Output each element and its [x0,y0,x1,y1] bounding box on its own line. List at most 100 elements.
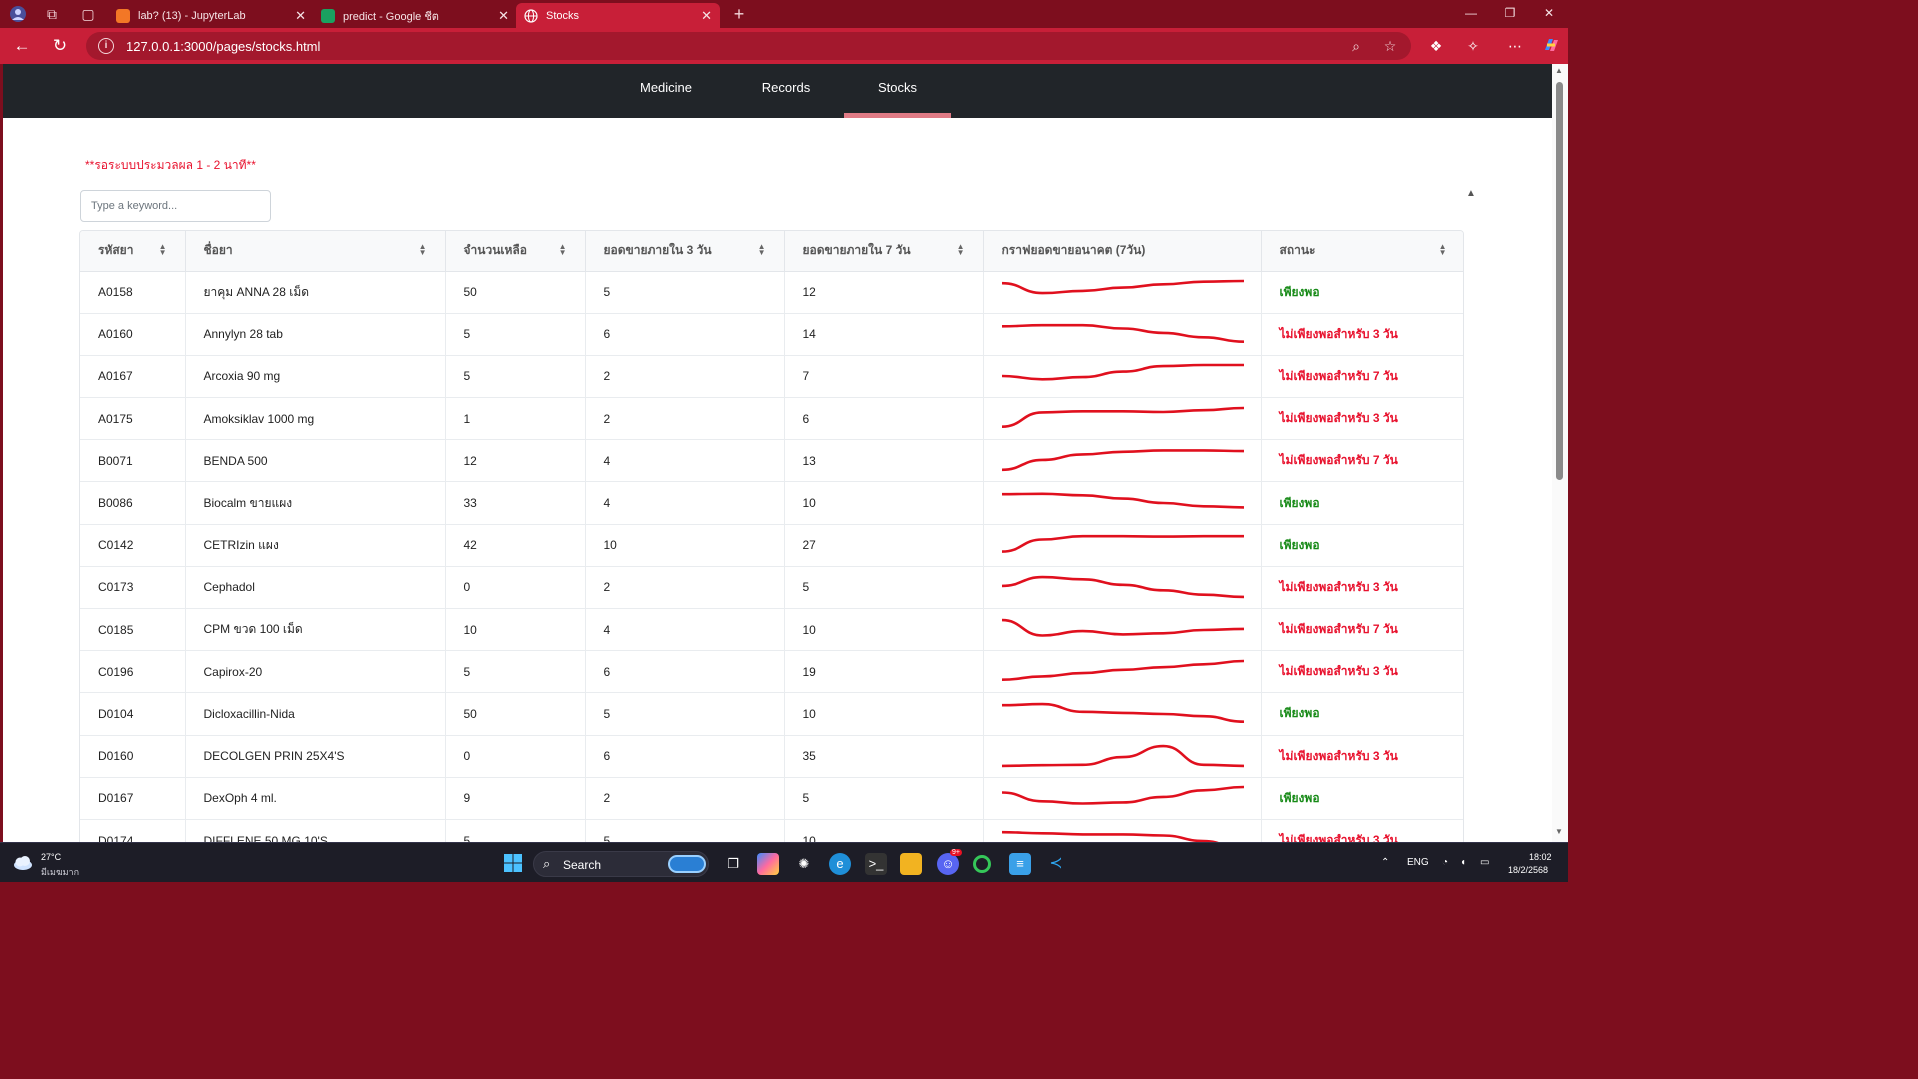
scroll-up-arrow-icon[interactable]: ▲ [1466,188,1476,199]
table-row[interactable]: A0175 Amoksiklav 1000 mg 1 2 6 ไม่เพียงพอสำหร… [80,397,1463,441]
cell-status: ไม่เพียงพอสำหรับ 3 วัน [1261,735,1463,778]
close-icon[interactable]: ✕ [498,8,509,24]
favorite-star-icon[interactable]: ☆ [1382,38,1398,54]
volume-icon[interactable]: ◖ [1460,857,1466,868]
cell-code: C0196 [80,650,186,694]
table-row[interactable]: A0167 Arcoxia 90 mg 5 2 7 ไม่เพียงพอสำหรับ 7 … [80,355,1463,399]
cell-name: CPM ขวด 100 เม็ด [185,608,446,652]
window-close-icon[interactable]: ✕ [1541,6,1557,20]
sort-icon[interactable]: ▲ ▼ [559,243,567,257]
language-indicator[interactable]: ENG [1407,857,1429,868]
back-icon[interactable]: ← [12,36,32,56]
header-status[interactable]: สถานะ ▲ ▼ [1261,231,1463,272]
cell-forecast-chart [983,608,1262,652]
page-scrollbar[interactable]: ▲ ▼ [1552,64,1568,842]
battery-icon[interactable]: ▭ [1480,857,1489,868]
discord-icon[interactable]: ☺ [937,853,959,875]
edge-browser-icon[interactable]: e [829,853,851,875]
windows-taskbar: 27°C มีเมฆมาก ⌕ Search ❐ ✺ e >_ ☺ 9+ ≡ ≺… [0,842,1568,882]
sort-icon[interactable]: ▲ ▼ [419,243,427,257]
cell-sales-7-days: 7 [784,355,984,399]
copilot-icon[interactable] [1541,36,1561,56]
table-row[interactable]: D0104 Dicloxacillin-Nida 50 5 10 เพียงพอ [80,692,1463,736]
terminal-icon[interactable]: >_ [865,853,887,875]
table-row[interactable]: C0185 CPM ขวด 100 เม็ด 10 4 10 ไม่เพียงพอสำหร… [80,608,1463,652]
globe-icon [524,8,538,23]
tray-chevron-icon[interactable]: ⌃ [1381,857,1389,868]
table-row[interactable]: C0196 Capirox-20 5 6 19 ไม่เพียงพอสำหรับ 3 วั… [80,650,1463,694]
nav-records[interactable]: Records [746,64,826,118]
table-row[interactable]: D0167 DexOph 4 ml. 9 2 5 เพียงพอ [80,777,1463,820]
new-tab-icon[interactable]: + [730,5,748,23]
close-icon[interactable]: ✕ [295,8,306,24]
cell-sales-3-days: 5 [585,271,785,314]
browser-titlebar: ⧉ ▢ lab? (13) - JupyterLab ✕ predict - G… [0,0,1568,28]
workspaces-icon[interactable]: ⧉ [43,5,61,23]
header-sales-3-days[interactable]: ยอดขายภายใน 3 วัน ▲ ▼ [585,231,785,272]
close-icon[interactable]: ✕ [701,8,712,24]
chatgpt-icon[interactable]: ✺ [793,853,815,875]
table-row[interactable]: D0160 DECOLGEN PRIN 25X4'S 0 6 35 ไม่เพียงพอส… [80,735,1463,778]
tab-jupyterlab[interactable]: lab? (13) - JupyterLab ✕ [108,3,314,28]
sort-icon[interactable]: ▲ ▼ [1439,243,1447,257]
nav-stocks[interactable]: Stocks [844,64,951,118]
header-sales-7-days[interactable]: ยอดขายภายใน 7 วัน ▲ ▼ [784,231,984,272]
more-menu-icon[interactable]: ⋯ [1505,36,1525,56]
extensions-puzzle-icon[interactable]: ❖ [1426,36,1446,56]
tab-google-sheets[interactable]: predict - Google ชีต ✕ [313,3,517,28]
header-remaining[interactable]: จำนวนเหลือ ▲ ▼ [445,231,586,272]
header-name[interactable]: ชื่อยา ▲ ▼ [185,231,446,272]
header-code[interactable]: รหัสยา ▲ ▼ [80,231,186,272]
task-view-icon[interactable]: ❐ [722,853,744,875]
cell-forecast-chart [983,566,1262,610]
search-icon: ⌕ [543,856,551,871]
table-row[interactable]: B0071 BENDA 500 12 4 13 ไม่เพียงพอสำหรับ 7 วั… [80,439,1463,483]
site-info-icon[interactable]: i [98,38,114,54]
profile-icon[interactable] [9,5,27,23]
table-row[interactable]: A0160 Annylyn 28 tab 5 6 14 ไม่เพียงพอสำหรับ … [80,313,1463,356]
weather-cloud-icon[interactable] [12,852,34,874]
copilot-taskbar-icon[interactable] [757,853,779,875]
windows-start-icon[interactable] [502,853,524,875]
notepad-icon[interactable]: ≡ [1009,853,1031,875]
cell-sales-7-days: 12 [784,271,984,314]
forecast-sparkline [1001,279,1244,295]
zoom-icon[interactable]: ⌕ [1348,38,1364,54]
restore-icon[interactable]: ❐ [1502,6,1518,20]
wifi-icon[interactable]: ◔ [1442,857,1448,868]
file-explorer-icon[interactable] [900,853,922,875]
cell-code: A0175 [80,397,186,441]
jupyter-icon [116,8,130,23]
cell-sales-3-days: 4 [585,608,785,652]
forecast-sparkline [1001,576,1244,599]
address-bar[interactable]: i 127.0.0.1:3000/pages/stocks.html ⌕ ☆ [86,32,1411,60]
cell-code: D0174 [80,819,186,842]
sort-icon[interactable]: ▲ ▼ [159,243,167,257]
refresh-icon[interactable]: ↻ [50,36,70,56]
table-row[interactable]: C0142 CETRIzin แผง 42 10 27 เพียงพอ [80,524,1463,567]
forecast-sparkline [1001,492,1244,509]
scrollbar-down-icon[interactable]: ▼ [1555,827,1563,836]
clock-date[interactable]: 18/2/2568 [1508,865,1548,875]
sort-icon[interactable]: ▲ ▼ [758,243,766,257]
tab-stocks[interactable]: Stocks ✕ [516,3,720,28]
table-row[interactable]: D0174 DIFFLENE 50 MG 10'S 5 5 10 ไม่เพียงพอสำ… [80,819,1463,842]
url-text[interactable]: 127.0.0.1:3000/pages/stocks.html [126,39,320,54]
search-input[interactable] [80,190,271,222]
table-row[interactable]: B0086 Biocalm ขายแผง 33 4 10 เพียงพอ [80,481,1463,525]
browser-essentials-icon[interactable]: ✧ [1463,36,1483,56]
taskbar-search[interactable]: ⌕ Search [533,851,709,877]
tab-actions-icon[interactable]: ▢ [79,5,97,23]
minimize-icon[interactable]: — [1463,6,1479,20]
scrollbar-up-icon[interactable]: ▲ [1555,66,1563,75]
clock-time[interactable]: 18:02 [1529,852,1552,862]
vscode-icon[interactable]: ≺ [1045,853,1067,875]
table-row[interactable]: C0173 Cephadol 0 2 5 ไม่เพียงพอสำหรับ 3 วัน [80,566,1463,610]
nav-medicine[interactable]: Medicine [626,64,706,118]
ring-app-icon[interactable] [973,855,991,873]
cell-sales-3-days: 6 [585,735,785,778]
cell-sales-7-days: 10 [784,692,984,736]
sort-icon[interactable]: ▲ ▼ [957,243,965,257]
scrollbar-thumb[interactable] [1556,82,1563,480]
table-row[interactable]: A0158 ยาคุม ANNA 28 เม็ด 50 5 12 เพียงพอ [80,271,1463,314]
